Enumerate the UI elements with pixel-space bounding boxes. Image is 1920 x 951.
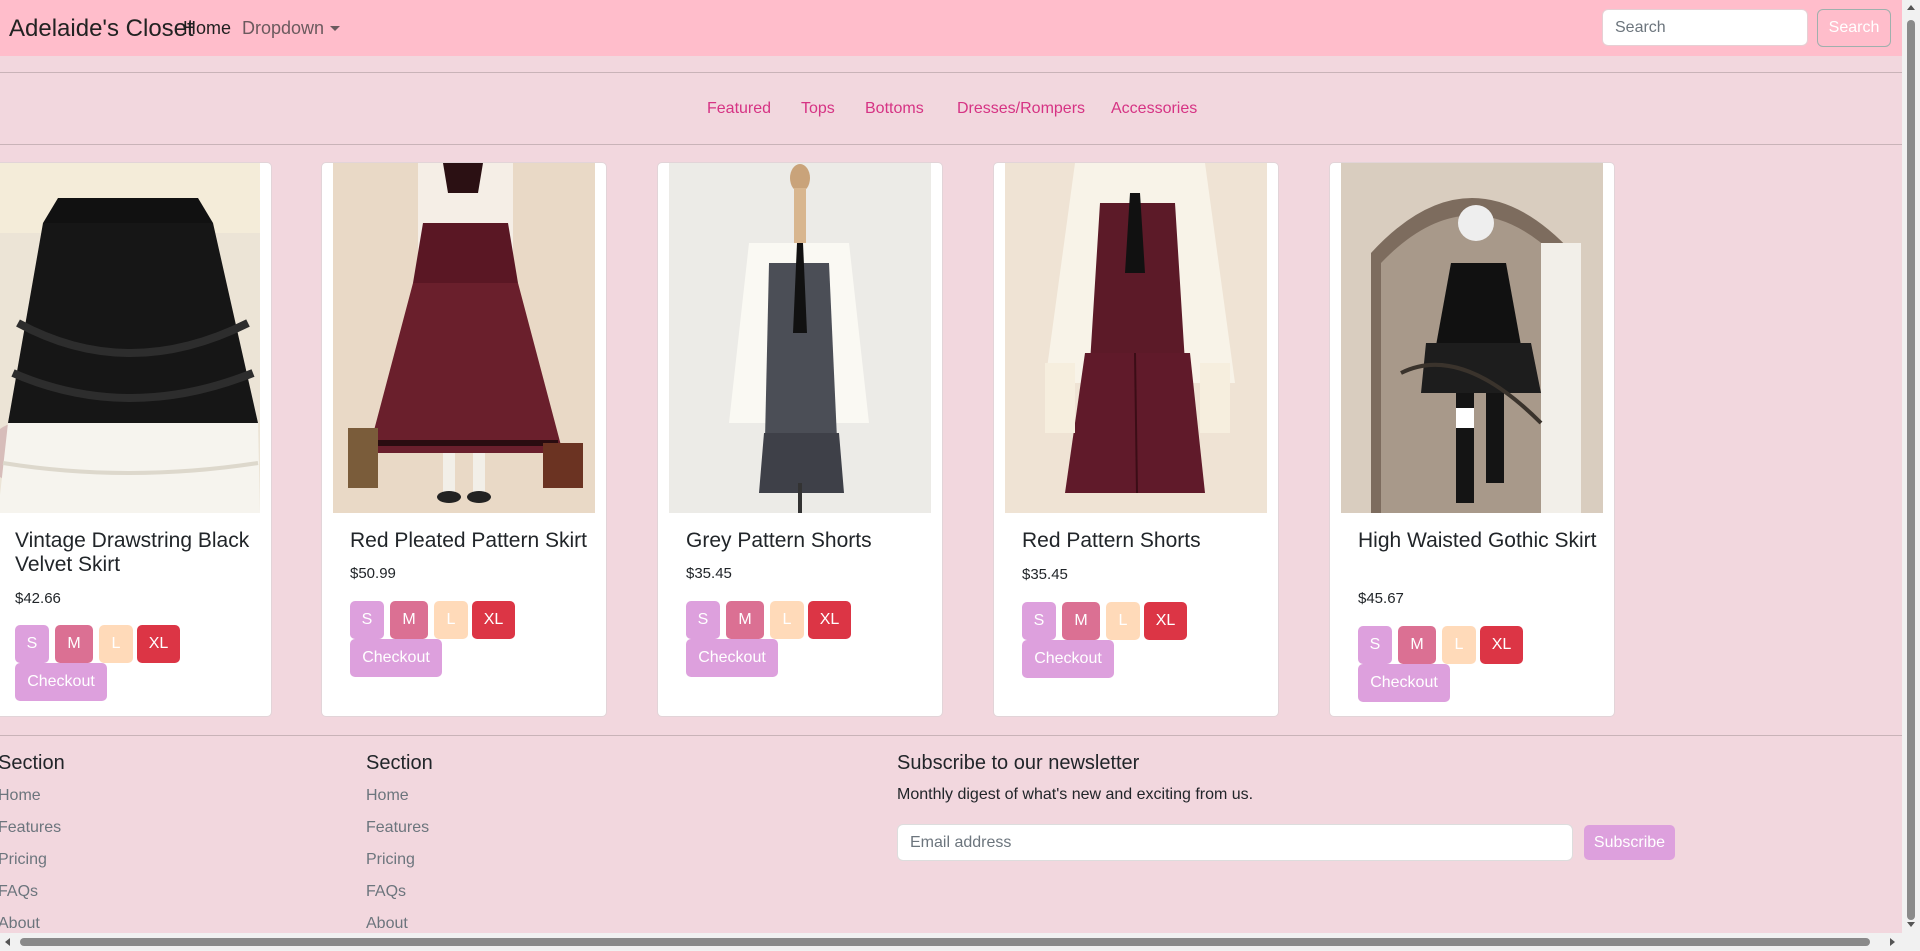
vertical-scrollbar[interactable]: [1902, 0, 1920, 951]
size-l-button[interactable]: L: [1106, 602, 1140, 640]
newsletter-email-input[interactable]: [897, 824, 1573, 861]
footer-link-pricing[interactable]: Pricing: [0, 851, 47, 869]
size-m-button[interactable]: M: [1062, 602, 1100, 640]
divider: [0, 144, 1902, 145]
size-l-button[interactable]: L: [1442, 626, 1476, 664]
product-price: $35.45: [1022, 566, 1068, 583]
category-accessories[interactable]: Accessories: [1111, 100, 1197, 118]
size-s-button[interactable]: S: [350, 601, 384, 639]
product-card: Red Pleated Pattern Skirt $50.99 S M L X…: [321, 162, 607, 717]
product-image: [0, 163, 260, 513]
scroll-down-arrow-icon[interactable]: [1907, 922, 1915, 927]
size-s-button[interactable]: S: [1358, 626, 1392, 664]
size-m-button[interactable]: M: [55, 625, 93, 663]
product-title[interactable]: Grey Pattern Shorts: [686, 529, 926, 553]
product-price: $50.99: [350, 565, 396, 582]
checkout-button[interactable]: Checkout: [686, 639, 778, 677]
nav-home-link[interactable]: Home: [183, 18, 231, 39]
size-s-button[interactable]: S: [1022, 602, 1056, 640]
search-button[interactable]: Search: [1817, 9, 1891, 47]
scroll-right-arrow-icon[interactable]: [1890, 938, 1895, 946]
size-xl-button[interactable]: XL: [137, 625, 180, 663]
horizontal-scrollbar[interactable]: [0, 933, 1902, 951]
product-image: [333, 163, 595, 513]
footer-link-features[interactable]: Features: [0, 819, 61, 837]
product-image: [1005, 163, 1267, 513]
scroll-up-arrow-icon[interactable]: [1907, 5, 1915, 10]
divider: [0, 72, 1902, 73]
newsletter-title: Subscribe to our newsletter: [897, 752, 1140, 774]
nav-dropdown-toggle[interactable]: Dropdown: [242, 18, 341, 39]
newsletter-description: Monthly digest of what's new and excitin…: [897, 786, 1254, 803]
product-card: Vintage Drawstring Black Velvet Skirt $4…: [0, 162, 272, 717]
size-l-button[interactable]: L: [99, 625, 133, 663]
scroll-left-arrow-icon[interactable]: [5, 938, 10, 946]
category-featured[interactable]: Featured: [707, 100, 771, 118]
nav-dropdown-label: Dropdown: [242, 18, 325, 38]
size-l-button[interactable]: L: [434, 601, 468, 639]
product-image: [1341, 163, 1603, 513]
product-price: $35.45: [686, 565, 732, 582]
product-card: Grey Pattern Shorts $35.45 S M L XL Chec…: [657, 162, 943, 717]
navbar: Adelaide's Closet Home Dropdown Search: [0, 0, 1902, 56]
checkout-button[interactable]: Checkout: [1022, 640, 1114, 678]
product-title[interactable]: High Waisted Gothic Skirt: [1358, 529, 1598, 553]
vertical-scroll-thumb[interactable]: [1907, 20, 1915, 920]
product-title[interactable]: Red Pattern Shorts: [1022, 529, 1262, 553]
footer-link-about[interactable]: About: [366, 915, 408, 933]
category-dresses-rompers[interactable]: Dresses/Rompers: [957, 100, 1085, 118]
product-price: $45.67: [1358, 590, 1404, 607]
footer-link-home[interactable]: Home: [0, 787, 41, 805]
footer-section-title: Section: [366, 752, 433, 774]
size-s-button[interactable]: S: [15, 625, 49, 663]
size-xl-button[interactable]: XL: [808, 601, 851, 639]
product-title[interactable]: Red Pleated Pattern Skirt: [350, 529, 590, 553]
size-xl-button[interactable]: XL: [1144, 602, 1187, 640]
checkout-button[interactable]: Checkout: [1358, 664, 1450, 702]
horizontal-scroll-thumb[interactable]: [20, 938, 1870, 946]
brand-logo-text[interactable]: Adelaide's Closet: [9, 15, 194, 43]
search-input[interactable]: [1602, 9, 1808, 46]
footer-link-faqs[interactable]: FAQs: [0, 883, 38, 901]
footer-section-title: Section: [0, 752, 65, 774]
product-card: High Waisted Gothic Skirt $45.67 S M L X…: [1329, 162, 1615, 717]
footer-link-faqs[interactable]: FAQs: [366, 883, 406, 901]
checkout-button[interactable]: Checkout: [15, 663, 107, 701]
size-xl-button[interactable]: XL: [472, 601, 515, 639]
size-m-button[interactable]: M: [726, 601, 764, 639]
product-image: [669, 163, 931, 513]
footer-link-home[interactable]: Home: [366, 787, 409, 805]
size-m-button[interactable]: M: [390, 601, 428, 639]
checkout-button[interactable]: Checkout: [350, 639, 442, 677]
product-card: Red Pattern Shorts $35.45 S M L XL Check…: [993, 162, 1279, 717]
category-bottoms[interactable]: Bottoms: [865, 100, 924, 118]
size-m-button[interactable]: M: [1398, 626, 1436, 664]
caret-down-icon: [330, 26, 341, 31]
footer-link-features[interactable]: Features: [366, 819, 429, 837]
subscribe-button[interactable]: Subscribe: [1584, 825, 1675, 860]
size-l-button[interactable]: L: [770, 601, 804, 639]
size-s-button[interactable]: S: [686, 601, 720, 639]
category-tops[interactable]: Tops: [801, 100, 835, 118]
product-title[interactable]: Vintage Drawstring Black Velvet Skirt: [15, 529, 255, 577]
product-price: $42.66: [15, 590, 61, 607]
footer-divider: [0, 735, 1902, 736]
footer-link-pricing[interactable]: Pricing: [366, 851, 415, 869]
footer-link-about[interactable]: About: [0, 915, 40, 933]
size-xl-button[interactable]: XL: [1480, 626, 1523, 664]
